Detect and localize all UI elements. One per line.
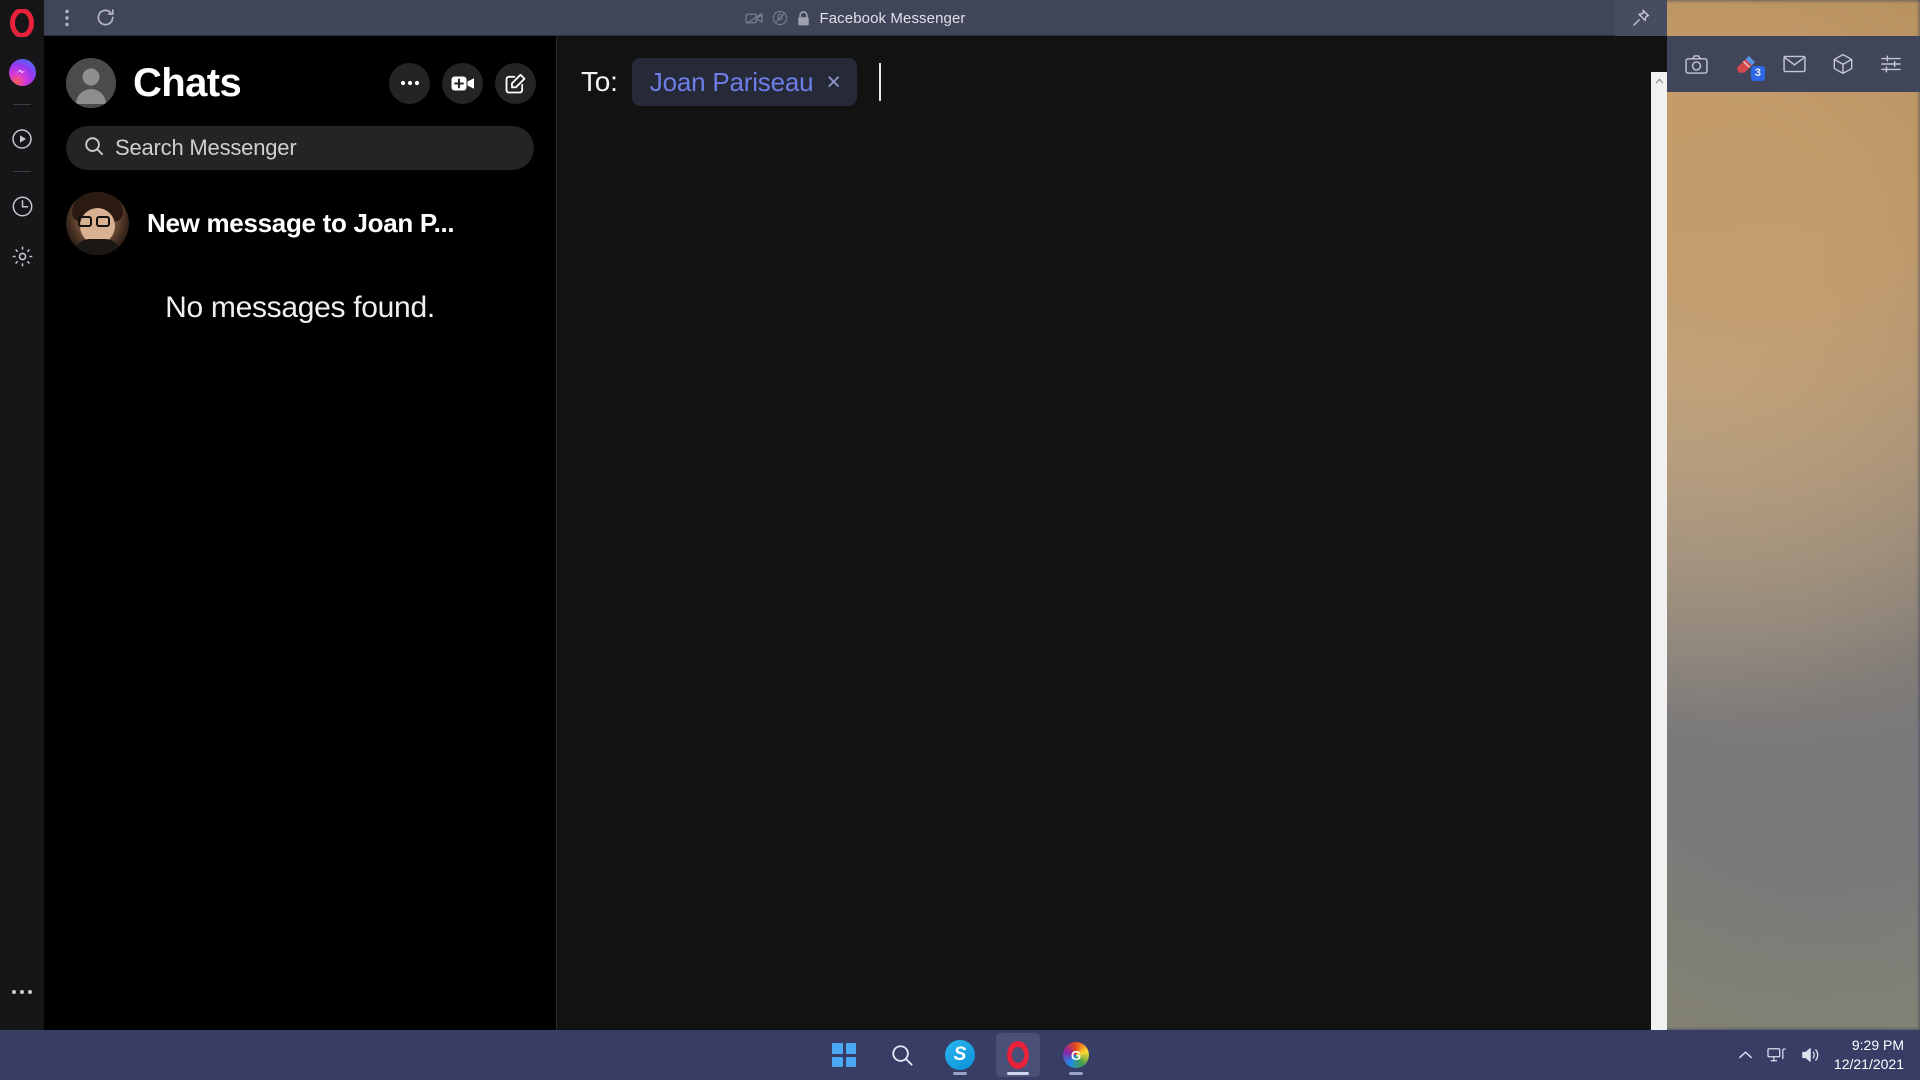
avatar-detail bbox=[78, 216, 92, 227]
titlebar-center: Facebook Messenger bbox=[44, 0, 1667, 36]
browser-window: Facebook Messenger Chats Search Messenge… bbox=[44, 0, 1667, 1066]
text-caret[interactable] bbox=[879, 63, 881, 101]
browser-extension-toolbar: 3 bbox=[1667, 36, 1920, 92]
search-placeholder: Search Messenger bbox=[115, 135, 297, 160]
page-title: Chats bbox=[133, 60, 242, 105]
clock-time: 9:29 PM bbox=[1851, 1037, 1904, 1054]
scroll-up-arrow-icon[interactable] bbox=[1651, 72, 1667, 89]
list-item[interactable]: New message to Joan P... bbox=[44, 170, 556, 255]
skype-icon: S bbox=[945, 1040, 975, 1070]
search-icon bbox=[84, 136, 104, 161]
taskbar-opera-button[interactable] bbox=[996, 1033, 1040, 1077]
taskbar-search-button[interactable] bbox=[880, 1033, 924, 1077]
marker-pen-icon[interactable]: 3 bbox=[1734, 54, 1765, 81]
opera-sidebar bbox=[0, 0, 44, 1030]
sidebar-item-messenger[interactable] bbox=[6, 56, 38, 88]
chat-list-pane: Chats Search Messenger New message to Jo… bbox=[44, 36, 557, 1030]
dot bbox=[28, 990, 32, 994]
messenger-icon bbox=[8, 58, 36, 86]
remove-recipient-icon[interactable]: × bbox=[826, 69, 841, 95]
volume-icon[interactable] bbox=[1801, 1046, 1820, 1064]
menu-kebab-icon[interactable] bbox=[52, 3, 82, 33]
reload-icon[interactable] bbox=[90, 3, 120, 33]
taskbar-chrome-button[interactable]: G bbox=[1054, 1033, 1098, 1077]
taskbar-start-button[interactable] bbox=[822, 1033, 866, 1077]
opera-icon bbox=[1007, 1041, 1029, 1069]
sidebar-item-history[interactable] bbox=[6, 190, 38, 222]
sidebar-item-player[interactable] bbox=[6, 123, 38, 155]
avatar bbox=[66, 192, 129, 255]
taskbar-apps: S G bbox=[0, 1033, 1920, 1077]
scrollbar-thumb[interactable] bbox=[1653, 89, 1665, 159]
more-options-button[interactable] bbox=[389, 62, 430, 104]
network-icon[interactable] bbox=[1767, 1046, 1787, 1064]
sidebar-divider bbox=[13, 104, 31, 105]
recipient-chip[interactable]: Joan Pariseau × bbox=[631, 58, 857, 106]
sliders-settings-icon[interactable] bbox=[1880, 54, 1902, 74]
taskbar-indicator bbox=[1069, 1072, 1083, 1075]
taskbar-skype-button[interactable]: S bbox=[938, 1033, 982, 1077]
avatar-detail bbox=[96, 216, 110, 227]
scrollbar[interactable] bbox=[1651, 72, 1667, 1066]
conversation-pane: To: Joan Pariseau × bbox=[557, 36, 1667, 1030]
microphone-blocked-icon[interactable] bbox=[772, 10, 788, 26]
clock-date: 12/21/2021 bbox=[1833, 1056, 1904, 1072]
opera-logo-icon[interactable] bbox=[7, 8, 37, 38]
screen: Facebook Messenger Chats Search Messenge… bbox=[0, 0, 1920, 1080]
messenger-body: Chats Search Messenger New message to Jo… bbox=[44, 36, 1667, 1066]
new-video-call-button[interactable] bbox=[442, 62, 483, 104]
taskbar: S G 9:29 PM 12/21/2021 bbox=[0, 1030, 1920, 1080]
search-input[interactable]: Search Messenger bbox=[66, 126, 534, 170]
sidebar-divider bbox=[13, 171, 31, 172]
search-wrapper: Search Messenger bbox=[44, 108, 556, 170]
recipient-row: To: Joan Pariseau × bbox=[557, 36, 1667, 106]
package-cube-icon[interactable] bbox=[1832, 53, 1854, 75]
snapshot-camera-icon[interactable] bbox=[1685, 54, 1708, 74]
sidebar-more-button[interactable] bbox=[0, 990, 44, 994]
taskbar-indicator bbox=[1007, 1072, 1029, 1075]
mail-icon[interactable] bbox=[1783, 55, 1806, 73]
dot bbox=[12, 990, 16, 994]
titlebar: Facebook Messenger bbox=[44, 0, 1667, 36]
camera-blocked-icon[interactable] bbox=[745, 11, 764, 26]
recipient-name: Joan Pariseau bbox=[649, 66, 814, 97]
lock-icon[interactable] bbox=[796, 10, 811, 27]
windows-start-icon bbox=[832, 1043, 856, 1067]
chrome-icon: G bbox=[1063, 1042, 1089, 1068]
list-item-title: New message to Joan P... bbox=[147, 208, 455, 238]
empty-state-text: No messages found. bbox=[165, 291, 435, 324]
sidebar-item-settings[interactable] bbox=[6, 240, 38, 272]
pin-icon[interactable] bbox=[1615, 0, 1667, 36]
dot bbox=[20, 990, 24, 994]
chevron-up-icon[interactable] bbox=[1738, 1050, 1753, 1060]
avatar[interactable] bbox=[66, 58, 116, 108]
taskbar-indicator bbox=[953, 1072, 967, 1075]
avatar-detail bbox=[74, 239, 121, 255]
to-label: To: bbox=[581, 66, 618, 97]
chats-header: Chats bbox=[44, 36, 556, 108]
new-message-button[interactable] bbox=[495, 62, 536, 104]
status-badge: 3 bbox=[1750, 65, 1765, 81]
system-tray: 9:29 PM 12/21/2021 bbox=[1738, 1030, 1920, 1080]
clock[interactable]: 9:29 PM 12/21/2021 bbox=[1834, 1036, 1904, 1074]
window-title: Facebook Messenger bbox=[819, 9, 966, 27]
